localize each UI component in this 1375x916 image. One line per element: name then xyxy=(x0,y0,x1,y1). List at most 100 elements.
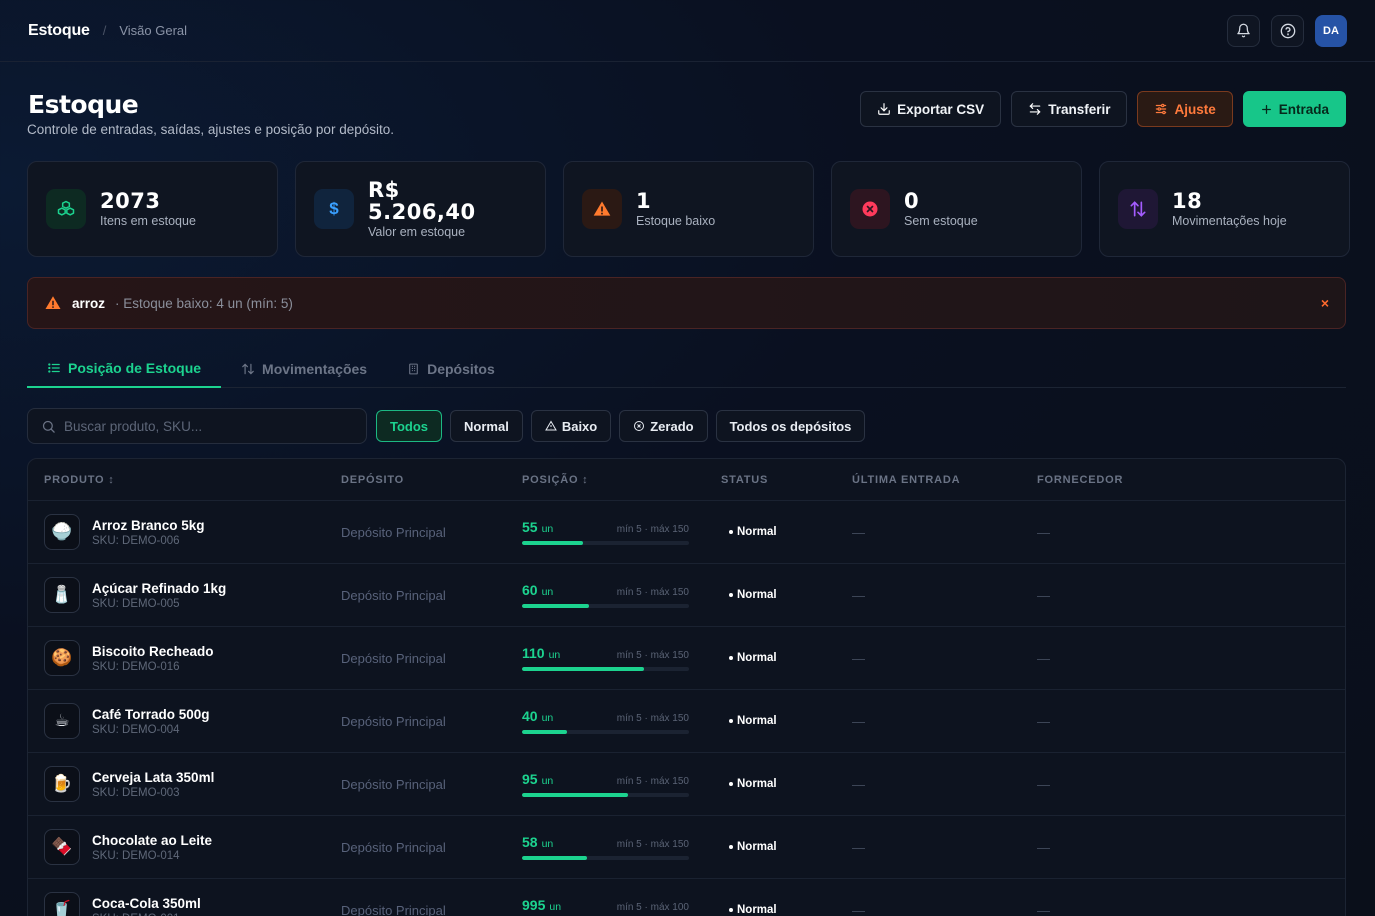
position-limits: mín 5 · máx 150 xyxy=(616,524,689,535)
column-product[interactable]: PRODUTO ↕ xyxy=(28,474,341,486)
kpi-stock-value: $ R$ 5.206,40 Valor em estoque xyxy=(295,161,546,257)
kpi-value-currency: R$ xyxy=(368,177,400,202)
building-icon xyxy=(409,363,418,375)
page-title: Estoque xyxy=(28,90,139,119)
product-name[interactable]: Açúcar Refinado 1kg xyxy=(92,581,226,596)
product-sku: SKU: DEMO-005 xyxy=(92,597,180,610)
product-name[interactable]: Chocolate ao Leite xyxy=(92,833,212,848)
table-row[interactable]: 🍚 Arroz Branco 5kg SKU: DEMO-006 Depósito P… xyxy=(28,501,1345,564)
position-bar-fill xyxy=(522,793,628,797)
filter-chip-all[interactable]: Todos xyxy=(376,410,443,442)
x-circle-icon xyxy=(850,189,890,229)
status-dot xyxy=(729,782,733,786)
position-quantity: 95 xyxy=(522,771,538,787)
table-row[interactable]: 🍺 Cerveja Lata 350ml SKU: DEMO-003 Depósito… xyxy=(28,753,1345,816)
position-bar-fill xyxy=(522,541,584,545)
kpi-label: Valor em estoque xyxy=(368,225,466,240)
sort-arrows-icon xyxy=(242,363,254,375)
table-row[interactable]: 🧂 Açúcar Refinado 1kg SKU: DEMO-005 Depósit… xyxy=(28,564,1345,627)
position-limits: mín 5 · máx 150 xyxy=(616,650,689,661)
status-dot xyxy=(729,593,733,597)
warehouse-name: Depósito Principal xyxy=(341,713,446,729)
last-entry: — xyxy=(852,650,865,666)
column-position[interactable]: POSIÇÃO ↕ xyxy=(522,474,721,486)
close-icon[interactable]: × xyxy=(1321,295,1329,311)
tab-movements[interactable]: Movimentações xyxy=(221,350,387,388)
position-bar-fill xyxy=(522,667,645,671)
position-unit: un xyxy=(541,712,554,724)
position-cell: 95 un mín 5 · máx 150 xyxy=(522,771,721,797)
filter-chip-normal[interactable]: Normal xyxy=(450,410,523,442)
breadcrumb-root[interactable]: Estoque xyxy=(28,22,90,40)
product-cell: 🍺 Cerveja Lata 350ml SKU: DEMO-003 xyxy=(28,766,341,802)
product-name[interactable]: Cerveja Lata 350ml xyxy=(92,770,214,785)
search-box xyxy=(27,408,367,444)
search-input[interactable] xyxy=(64,418,344,434)
notifications-button[interactable] xyxy=(1227,14,1260,47)
supplier: — xyxy=(1037,713,1050,729)
product-thumbnail: ☕ xyxy=(44,703,80,739)
warehouse-select[interactable]: Todos os depósitos xyxy=(715,410,866,442)
product-cell: ☕ Café Torrado 500g SKU: DEMO-004 xyxy=(28,703,341,739)
tab-warehouses[interactable]: Depósitos xyxy=(387,350,515,388)
supplier: — xyxy=(1037,587,1050,603)
product-sku: SKU: DEMO-006 xyxy=(92,534,180,547)
export-csv-button[interactable]: Exportar CSV xyxy=(860,91,1002,127)
kpi-low-stock: 1 Estoque baixo xyxy=(563,161,814,257)
filter-chip-zeroed[interactable]: Zerado xyxy=(619,410,708,442)
table-body: 🍚 Arroz Branco 5kg SKU: DEMO-006 Depósito P… xyxy=(28,501,1345,916)
status-dot xyxy=(729,845,733,849)
position-bar-fill xyxy=(522,856,587,860)
table-row[interactable]: 🍫 Chocolate ao Leite SKU: DEMO-014 Depósito… xyxy=(28,816,1345,879)
position-limits: mín 5 · máx 150 xyxy=(616,713,689,724)
position-unit: un xyxy=(541,523,554,535)
product-name[interactable]: Café Torrado 500g xyxy=(92,707,210,722)
avatar[interactable]: DA xyxy=(1315,14,1347,47)
status-badge: Normal xyxy=(721,715,852,727)
help-button[interactable] xyxy=(1271,14,1304,47)
product-thumbnail: 🥤 xyxy=(44,892,80,916)
product-name[interactable]: Coca-Cola 350ml xyxy=(92,896,201,911)
entry-button[interactable]: Entrada xyxy=(1242,91,1346,127)
filter-chip-low[interactable]: Baixo xyxy=(530,410,612,442)
cubes-icon xyxy=(46,189,86,229)
table-row[interactable]: 🍪 Biscoito Recheado SKU: DEMO-016 Depósito … xyxy=(28,627,1345,690)
low-stock-alert: arroz · Estoque baixo: 4 un (mín: 5) × xyxy=(27,277,1346,329)
product-sku: SKU: DEMO-003 xyxy=(92,786,180,799)
status-label: Normal xyxy=(737,778,777,790)
position-unit: un xyxy=(549,901,562,913)
product-name[interactable]: Arroz Branco 5kg xyxy=(92,518,205,533)
tabs: Posição de Estoque Movimentações Depósit… xyxy=(27,350,1346,388)
position-quantity: 58 xyxy=(522,834,538,850)
transfer-arrows-icon xyxy=(1029,103,1041,115)
table-row[interactable]: ☕ Café Torrado 500g SKU: DEMO-004 Depósito … xyxy=(28,690,1345,753)
position-bar xyxy=(522,541,689,545)
status-dot xyxy=(729,719,733,723)
table-header: PRODUTO ↕ DEPÓSITO POSIÇÃO ↕ STATUS ÚLTI… xyxy=(28,459,1345,501)
position-unit: un xyxy=(541,586,554,598)
status-dot xyxy=(729,530,733,534)
transfer-button[interactable]: Transferir xyxy=(1011,91,1128,127)
kpi-label: Sem estoque xyxy=(904,214,978,229)
warehouse-name: Depósito Principal xyxy=(341,839,446,855)
warehouse-name: Depósito Principal xyxy=(341,650,446,666)
kpi-cards: 2073 Itens em estoque $ R$ 5.206,40 Valo… xyxy=(27,161,1350,257)
column-last-entry: ÚLTIMA ENTRADA xyxy=(852,473,961,486)
column-status: STATUS xyxy=(721,473,769,486)
supplier: — xyxy=(1037,839,1050,855)
product-cell: 🥤 Coca-Cola 350ml SKU: DEMO-001 xyxy=(28,892,341,916)
status-badge: Normal xyxy=(721,526,852,538)
table-row[interactable]: 🥤 Coca-Cola 350ml SKU: DEMO-001 Depósito Pr… xyxy=(28,879,1345,916)
product-sku: SKU: DEMO-001 xyxy=(92,913,201,916)
tab-stock-position[interactable]: Posição de Estoque xyxy=(27,350,222,388)
status-cell: Normal xyxy=(721,526,852,538)
position-cell: 40 un mín 5 · máx 150 xyxy=(522,708,721,734)
position-bar xyxy=(522,667,689,671)
kpi-out-of-stock: 0 Sem estoque xyxy=(831,161,1082,257)
position-unit: un xyxy=(541,838,554,850)
position-quantity: 110 xyxy=(522,645,545,661)
adjust-button[interactable]: Ajuste xyxy=(1137,91,1233,127)
kpi-label: Estoque baixo xyxy=(636,214,716,229)
status-badge: Normal xyxy=(721,652,852,664)
product-name[interactable]: Biscoito Recheado xyxy=(92,644,214,659)
